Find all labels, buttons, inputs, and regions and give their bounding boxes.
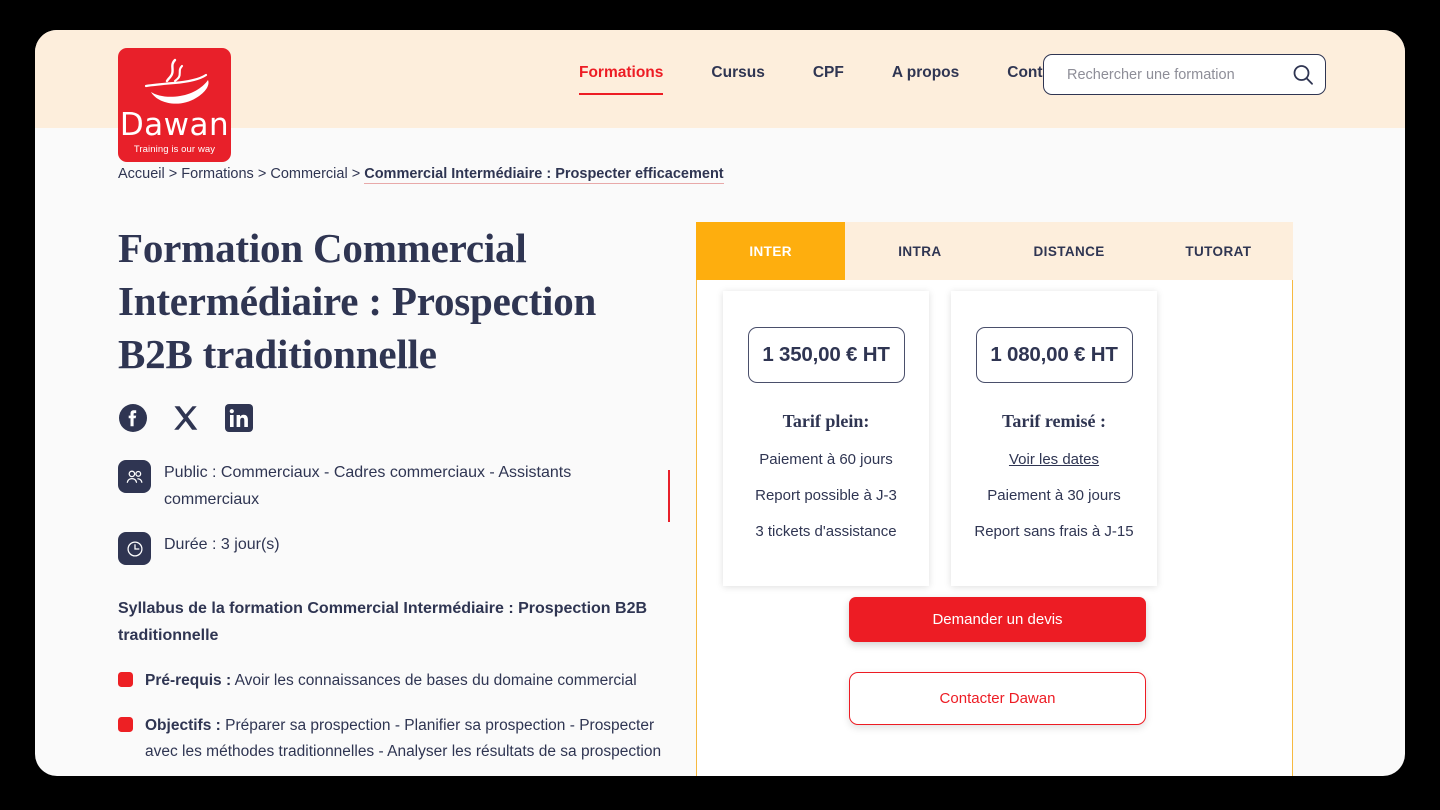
- bullet-square-icon: [118, 717, 133, 732]
- price-cards: 1 350,00 € HT Tarif plein: Paiement à 60…: [723, 291, 1268, 586]
- nav-item-a-propos[interactable]: A propos: [868, 62, 983, 84]
- course-info-list: Public : Commerciaux - Cadres commerciau…: [118, 459, 673, 565]
- info-row-public: Public : Commerciaux - Cadres commerciau…: [118, 459, 673, 513]
- main-navigation: Formations Cursus CPF A propos Contact: [555, 62, 1089, 95]
- breadcrumb-item-current[interactable]: Commercial Intermédiaire : Prospecter ef…: [364, 166, 724, 184]
- info-text-public: Public : Commerciaux - Cadres commerciau…: [164, 464, 572, 508]
- search-box[interactable]: [1043, 54, 1326, 95]
- syllabus-item-label: Pré-requis :: [145, 672, 232, 689]
- info-text-duree: Durée : 3 jour(s): [164, 536, 280, 553]
- price-feature: Paiement à 30 jours: [987, 487, 1121, 504]
- nav-item-cursus[interactable]: Cursus: [687, 62, 788, 84]
- search-icon: [1293, 64, 1313, 85]
- offer-tabs: INTER INTRA DISTANCE TUTORAT: [696, 222, 1293, 280]
- search-button[interactable]: [1281, 55, 1325, 94]
- search-input[interactable]: [1044, 66, 1281, 83]
- price-card-tarif-remise: 1 080,00 € HT Tarif remisé : Voir les da…: [951, 291, 1157, 586]
- breadcrumb-item-formations[interactable]: Formations: [181, 166, 254, 182]
- price-feature: Report possible à J-3: [755, 487, 897, 504]
- breadcrumb-separator: >: [351, 166, 361, 182]
- dawan-logo[interactable]: Dawan Training is our way: [118, 48, 231, 162]
- page-shell: Dawan Training is our way Formations Cur…: [35, 30, 1405, 776]
- clock-icon: [126, 540, 143, 557]
- price-feature: 3 tickets d'assistance: [755, 523, 897, 540]
- voir-les-dates-link[interactable]: Voir les dates: [963, 451, 1145, 468]
- course-details-column: Formation Commercial Intermédiaire : Pro…: [118, 222, 673, 765]
- cta-group: Demander un devis Contacter Dawan: [849, 597, 1146, 725]
- price-label: Tarif plein:: [782, 411, 870, 431]
- price-feature: Report sans frais à J-15: [974, 523, 1134, 540]
- logo-wordmark: Dawan: [119, 107, 230, 143]
- column-divider: [668, 470, 670, 522]
- syllabus-item: Pré-requis : Avoir les connaissances de …: [118, 668, 673, 694]
- syllabus-section: Syllabus de la formation Commercial Inte…: [118, 595, 673, 765]
- tab-inter[interactable]: INTER: [696, 222, 846, 280]
- people-badge: [118, 460, 151, 493]
- info-row-duree: Durée : 3 jour(s): [118, 531, 673, 565]
- tab-tutorat[interactable]: TUTORAT: [1144, 222, 1293, 280]
- nav-item-formations[interactable]: Formations: [555, 62, 687, 95]
- breadcrumb-item-commercial[interactable]: Commercial: [270, 166, 347, 182]
- price-feature: Paiement à 60 jours: [759, 451, 893, 468]
- price-card-tarif-plein: 1 350,00 € HT Tarif plein: Paiement à 60…: [723, 291, 929, 586]
- logo-tagline: Training is our way: [133, 144, 216, 155]
- x-twitter-icon[interactable]: [171, 403, 201, 433]
- tab-intra[interactable]: INTRA: [845, 222, 994, 280]
- price-value: 1 350,00 € HT: [747, 327, 905, 383]
- tab-distance[interactable]: DISTANCE: [995, 222, 1144, 280]
- page-title: Formation Commercial Intermédiaire : Pro…: [118, 225, 597, 377]
- breadcrumb-separator: >: [168, 166, 178, 182]
- offer-panel-body: 1 350,00 € HT Tarif plein: Paiement à 60…: [696, 280, 1293, 776]
- social-share-row: [118, 403, 673, 433]
- price-value: 1 080,00 € HT: [975, 327, 1133, 383]
- facebook-icon[interactable]: [118, 403, 148, 433]
- breadcrumb-separator: >: [257, 166, 267, 182]
- price-label: Tarif remisé :: [1002, 411, 1106, 431]
- syllabus-heading: Syllabus de la formation Commercial Inte…: [118, 600, 648, 644]
- nav-item-cpf[interactable]: CPF: [789, 62, 868, 84]
- contact-dawan-button[interactable]: Contacter Dawan: [849, 672, 1146, 725]
- request-quote-button[interactable]: Demander un devis: [849, 597, 1146, 642]
- clock-badge: [118, 532, 151, 565]
- breadcrumb: Accueil > Formations > Commercial > Comm…: [118, 166, 724, 184]
- syllabus-item-label: Objectifs :: [145, 717, 221, 734]
- syllabus-item-text: Avoir les connaissances de bases du doma…: [231, 672, 637, 689]
- syllabus-item-text: Préparer sa prospection - Planifier sa p…: [145, 717, 662, 760]
- linkedin-icon[interactable]: [224, 403, 254, 433]
- syllabus-item: Objectifs : Préparer sa prospection - Pl…: [118, 713, 673, 765]
- people-icon: [126, 470, 142, 483]
- bullet-square-icon: [118, 672, 133, 687]
- offer-panel: INTER INTRA DISTANCE TUTORAT 1 350,00 € …: [696, 222, 1293, 776]
- breadcrumb-item-accueil[interactable]: Accueil: [118, 166, 165, 182]
